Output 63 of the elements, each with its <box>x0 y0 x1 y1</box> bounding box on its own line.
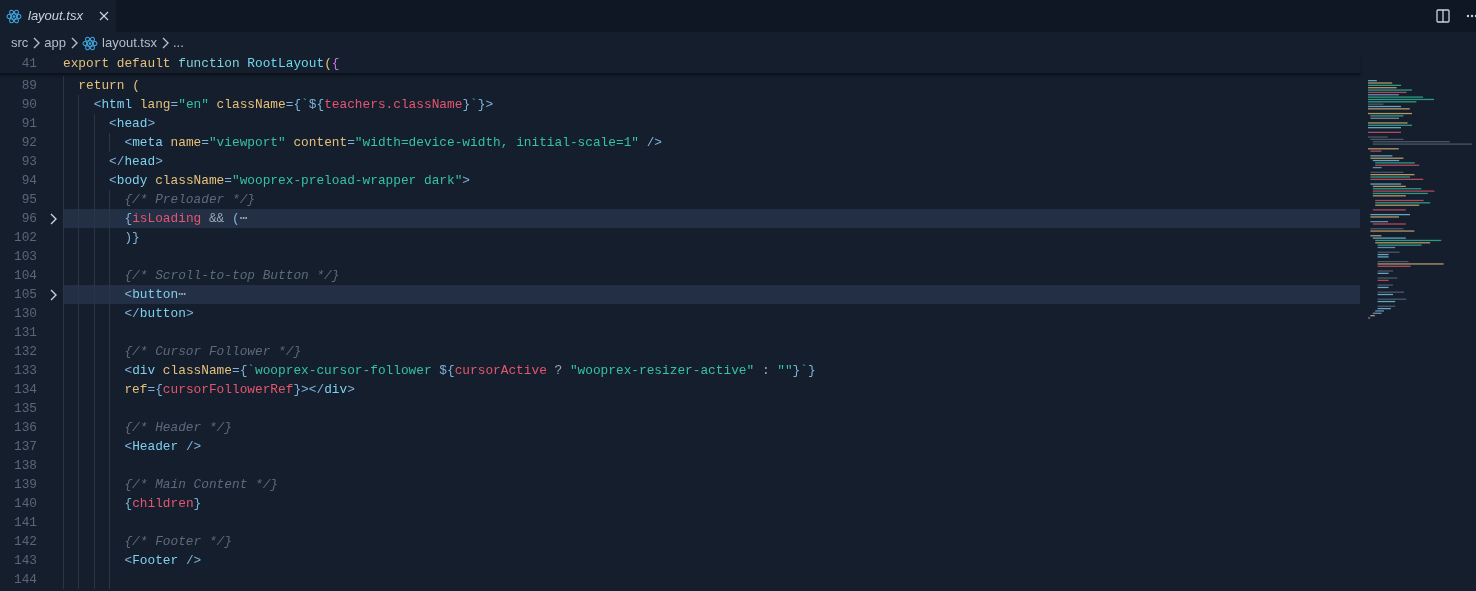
line-number: 134 <box>12 380 37 399</box>
code-line: </head> <box>108 152 164 171</box>
code-line: <Header /> <box>123 437 203 456</box>
line-number: 103 <box>12 247 37 266</box>
line-number: 93 <box>20 152 37 171</box>
code-line: <div className={`wooprex-cursor-follower ${cursorActive ? "wooprex-resizer-active" : ""}`} <box>123 361 817 380</box>
react-file-icon <box>6 8 22 24</box>
code-line: </button> <box>123 304 195 323</box>
split-editor-icon[interactable] <box>1436 9 1450 23</box>
line-number: 133 <box>12 361 37 380</box>
line-number: 131 <box>12 323 37 342</box>
line-number: 143 <box>12 551 37 570</box>
code-line: )} <box>123 228 141 247</box>
line-number: 102 <box>12 228 37 247</box>
code-line: {/* Preloader */} <box>123 190 256 209</box>
code-line: <Footer /> <box>123 551 203 570</box>
line-number: 142 <box>12 532 37 551</box>
line-number: 94 <box>20 171 37 190</box>
sticky-code-line[interactable]: export default function RootLayout({ <box>63 53 340 74</box>
close-icon[interactable] <box>98 11 109 21</box>
more-icon[interactable] <box>1466 14 1476 18</box>
breadcrumb-separator-icon <box>32 37 41 49</box>
code-line: {/* Header */} <box>123 418 233 437</box>
code-line: {children} <box>123 494 203 513</box>
code-line: <head> <box>108 114 157 133</box>
code-line: return ( <box>77 76 141 95</box>
line-number: 96 <box>20 209 37 228</box>
code-line: <body className="wooprex-preload-wrapper dark"> <box>108 171 472 190</box>
line-number: 132 <box>12 342 37 361</box>
react-file-icon <box>82 35 99 51</box>
line-number: 104 <box>12 266 37 285</box>
code-line: {/* Footer */} <box>123 532 233 551</box>
fold-chevron-icon <box>49 212 57 225</box>
line-number: 130 <box>12 304 37 323</box>
line-number: 89 <box>20 76 37 95</box>
fold-chevron-icon <box>49 288 57 301</box>
editor-tab[interactable]: layout.tsx <box>0 0 116 32</box>
breadcrumb-separator-icon <box>160 37 169 49</box>
line-number: 90 <box>20 95 37 114</box>
code-line: <html lang="en" className={`${teachers.className}`}> <box>92 95 495 114</box>
line-number: 105 <box>12 285 37 304</box>
code-line: {/* Main Content */} <box>123 475 280 494</box>
breadcrumb-item[interactable]: src <box>11 33 29 53</box>
line-number: 135 <box>12 399 37 418</box>
breadcrumb-item[interactable]: layout.tsx <box>102 33 157 53</box>
line-number: 140 <box>12 494 37 513</box>
line-number: 137 <box>12 437 37 456</box>
line-number: 139 <box>12 475 37 494</box>
line-number: 91 <box>20 114 37 133</box>
line-number: 136 <box>12 418 37 437</box>
line-number: 92 <box>20 133 37 152</box>
line-number: 138 <box>12 456 37 475</box>
code-line: <meta name="viewport" content="width=device-width, initial-scale=1" /> <box>123 133 664 152</box>
breadcrumb-item[interactable]: ... <box>172 33 184 53</box>
line-number: 95 <box>20 190 37 209</box>
line-number: 41 <box>20 54 37 73</box>
line-number: 144 <box>12 570 37 589</box>
breadcrumb-item[interactable]: app <box>44 33 67 53</box>
line-number: 141 <box>12 513 37 532</box>
code-line: {/* Cursor Follower */} <box>123 342 303 361</box>
code-line: {/* Scroll-to-top Button */} <box>123 266 341 285</box>
code-line: ref={cursorFollowerRef}></div> <box>123 380 356 399</box>
breadcrumb-separator-icon <box>70 37 79 49</box>
